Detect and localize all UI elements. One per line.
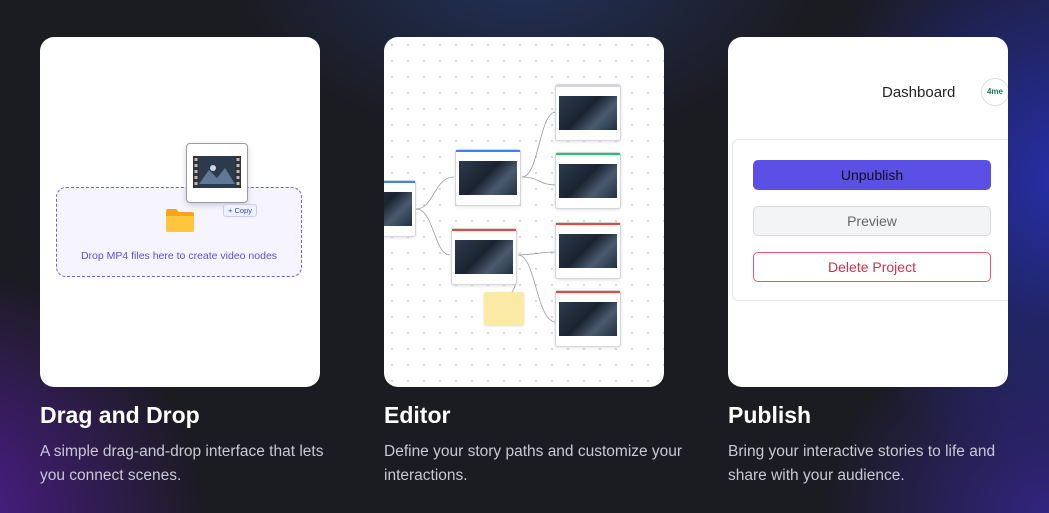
video-node[interactable] [455,149,521,206]
video-node[interactable] [555,222,621,279]
video-node[interactable] [384,180,416,237]
drag-drop-description: A simple drag-and-drop interface that le… [40,443,324,484]
dot-row [732,323,1002,327]
sticky-note[interactable] [484,292,524,325]
publish-description: Bring your interactive stories to life a… [728,443,996,484]
dropzone-text: Drop MP4 files here to create video node… [80,250,278,262]
node-connections [415,111,557,323]
delete-project-button[interactable]: Delete Project [753,252,991,282]
editor-title: Editor [384,402,451,428]
copy-badge: + Copy [223,204,257,217]
publish-panel: Unpublish Preview Delete Project [732,139,1008,301]
video-node[interactable] [555,84,621,141]
editor-description: Define your story paths and customize yo… [384,443,683,484]
drag-drop-card: Drop MP4 files here to create video node… [40,37,320,387]
folder-icon [165,207,195,238]
video-node[interactable] [555,290,621,347]
editor-card [384,37,664,387]
avatar[interactable]: 4me [981,78,1008,106]
video-node[interactable] [451,228,517,285]
dot-row [732,353,1002,357]
publish-title: Publish [728,402,812,428]
dashboard-title: Dashboard [882,84,956,101]
preview-button[interactable]: Preview [753,206,991,236]
drag-drop-title: Drag and Drop [40,402,200,428]
publish-card: Dashboard 4me Unpublish Preview Delete P… [728,37,1008,387]
dot-row [732,383,1002,387]
unpublish-button[interactable]: Unpublish [753,160,991,190]
video-thumbnail[interactable] [186,143,248,203]
video-node[interactable] [555,152,621,209]
